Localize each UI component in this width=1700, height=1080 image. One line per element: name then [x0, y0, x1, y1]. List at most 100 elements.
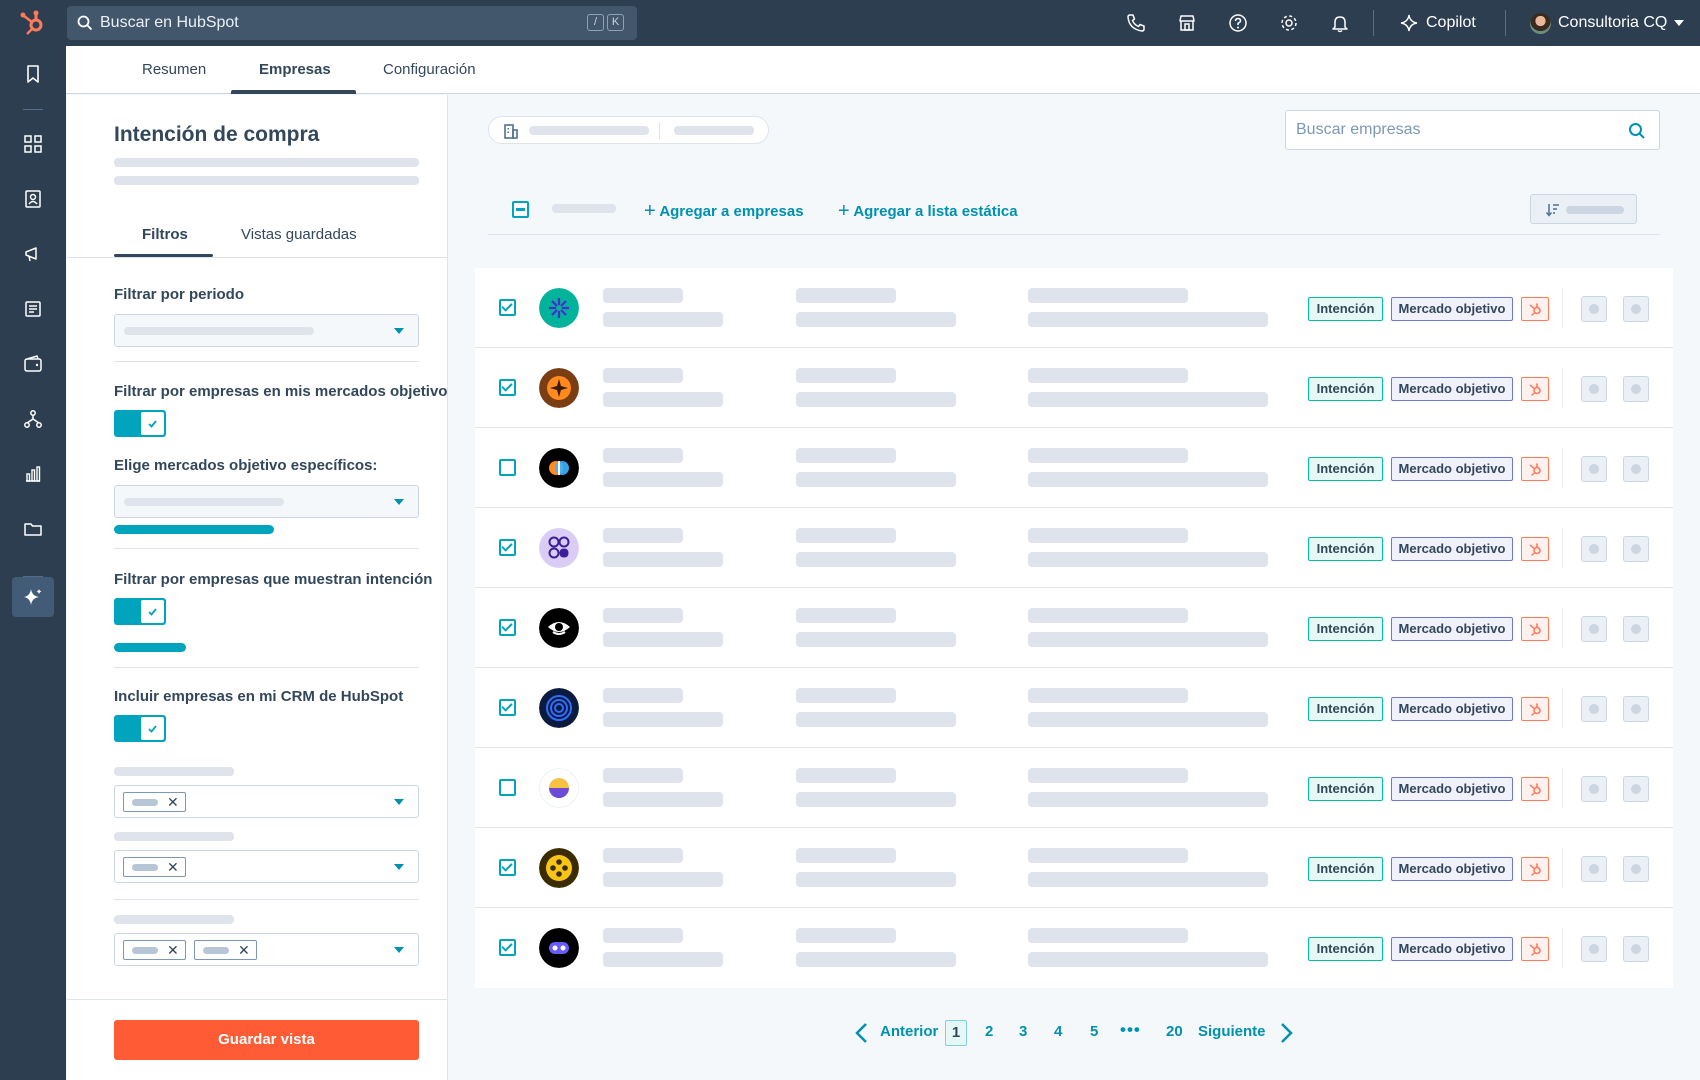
company-name-placeholder	[603, 528, 683, 543]
shortcut-key-slash: /	[587, 14, 604, 31]
account-menu[interactable]: Consultoria CQ	[1530, 11, 1685, 35]
table-row[interactable]: Intención Mercado objetivo	[475, 828, 1673, 908]
row-checkbox[interactable]	[499, 859, 516, 876]
copilot-button[interactable]: Copilot	[1400, 12, 1476, 34]
row-checkbox[interactable]	[499, 459, 516, 476]
table-row[interactable]: Intención Mercado objetivo	[475, 748, 1673, 828]
page-5-button[interactable]: 5	[1090, 1023, 1098, 1040]
search-icon[interactable]	[1628, 122, 1646, 140]
row-action-button[interactable]	[1623, 616, 1649, 642]
row-action-button[interactable]	[1623, 376, 1649, 402]
bookmark-icon[interactable]	[23, 64, 43, 84]
cell-placeholder	[796, 872, 956, 887]
tab-empresas[interactable]: Empresas	[259, 61, 331, 78]
hubspot-logo-icon[interactable]	[19, 9, 47, 37]
add-to-companies-button[interactable]: + Agregar a empresas	[644, 199, 804, 222]
marketing-icon[interactable]	[23, 244, 43, 264]
row-action-button[interactable]	[1623, 856, 1649, 882]
row-action-button[interactable]	[1623, 296, 1649, 322]
table-row[interactable]: Intención Mercado objetivo	[475, 268, 1673, 348]
settings-icon[interactable]	[1279, 13, 1299, 33]
row-checkbox[interactable]	[499, 539, 516, 556]
row-action-button[interactable]	[1581, 456, 1607, 482]
crm-multiselect-2[interactable]: ✕	[114, 850, 419, 883]
row-action-button[interactable]	[1581, 536, 1607, 562]
company-domain-placeholder	[603, 872, 723, 887]
tab-filtros[interactable]: Filtros	[142, 226, 188, 243]
page-1-button[interactable]: 1	[945, 1020, 967, 1046]
row-action-button[interactable]	[1623, 776, 1649, 802]
row-checkbox[interactable]	[499, 699, 516, 716]
table-row[interactable]: Intención Mercado objetivo	[475, 908, 1673, 988]
folder-icon[interactable]	[23, 519, 43, 539]
row-action-button[interactable]	[1581, 856, 1607, 882]
row-checkbox[interactable]	[499, 379, 516, 396]
intent-progress	[114, 643, 186, 652]
help-icon[interactable]	[1228, 13, 1248, 33]
company-name-placeholder	[603, 768, 683, 783]
company-search-input[interactable]	[1287, 112, 1617, 148]
row-action-button[interactable]	[1581, 696, 1607, 722]
remove-chip-icon[interactable]: ✕	[238, 942, 250, 958]
row-action-button[interactable]	[1581, 296, 1607, 322]
target-markets-toggle[interactable]	[114, 410, 166, 437]
tab-vistas-guardadas[interactable]: Vistas guardadas	[241, 226, 357, 243]
row-action-button[interactable]	[1623, 936, 1649, 962]
cell-placeholder	[1028, 312, 1268, 327]
tab-resumen[interactable]: Resumen	[142, 61, 206, 78]
remove-chip-icon[interactable]: ✕	[167, 942, 179, 958]
table-row[interactable]: Intención Mercado objetivo	[475, 428, 1673, 508]
row-action-button[interactable]	[1623, 456, 1649, 482]
commerce-icon[interactable]	[23, 354, 43, 374]
table-row[interactable]: Intención Mercado objetivo	[475, 588, 1673, 668]
chevron-left-icon[interactable]	[854, 1022, 868, 1044]
automation-icon[interactable]	[23, 409, 43, 429]
remove-chip-icon[interactable]: ✕	[167, 859, 179, 875]
markets-dropdown[interactable]	[114, 485, 419, 518]
previous-page-button[interactable]: Anterior	[880, 1023, 938, 1040]
save-view-button[interactable]: Guardar vista	[114, 1020, 419, 1060]
global-search-input[interactable]: Buscar en HubSpot / K	[67, 6, 637, 40]
reports-icon[interactable]	[23, 464, 43, 484]
hubspot-sprocket-icon	[1529, 783, 1541, 797]
intent-toggle[interactable]	[114, 598, 166, 625]
row-action-button[interactable]	[1581, 776, 1607, 802]
divider	[67, 999, 448, 1000]
sidebar-item-buyer-intent[interactable]	[12, 577, 54, 617]
row-action-button[interactable]	[1581, 936, 1607, 962]
row-action-button[interactable]	[1623, 696, 1649, 722]
page-3-button[interactable]: 3	[1019, 1023, 1027, 1040]
crm-multiselect-1[interactable]: ✕	[114, 785, 419, 818]
row-checkbox[interactable]	[499, 299, 516, 316]
contacts-icon[interactable]	[23, 189, 43, 209]
page-20-button[interactable]: 20	[1166, 1023, 1183, 1040]
notifications-icon[interactable]	[1330, 13, 1350, 33]
row-checkbox[interactable]	[499, 619, 516, 636]
crm-multiselect-3[interactable]: ✕ ✕	[114, 933, 419, 966]
select-all-checkbox[interactable]	[512, 201, 529, 218]
row-action-button[interactable]	[1581, 616, 1607, 642]
table-row[interactable]: Intención Mercado objetivo	[475, 348, 1673, 428]
next-page-button[interactable]: Siguiente	[1198, 1023, 1266, 1040]
page-4-button[interactable]: 4	[1054, 1023, 1062, 1040]
row-action-button[interactable]	[1623, 536, 1649, 562]
row-checkbox[interactable]	[499, 939, 516, 956]
caret-down-icon	[394, 864, 404, 870]
dashboard-icon[interactable]	[23, 134, 43, 154]
phone-icon[interactable]	[1126, 13, 1146, 33]
crm-toggle[interactable]	[114, 715, 166, 742]
page-2-button[interactable]: 2	[985, 1023, 993, 1040]
sort-button[interactable]	[1530, 194, 1637, 224]
row-action-button[interactable]	[1581, 376, 1607, 402]
tab-configuracion[interactable]: Configuración	[383, 61, 476, 78]
table-row[interactable]: Intención Mercado objetivo	[475, 508, 1673, 588]
marketplace-icon[interactable]	[1177, 13, 1197, 33]
row-checkbox[interactable]	[499, 779, 516, 796]
content-icon[interactable]	[23, 299, 43, 319]
remove-chip-icon[interactable]: ✕	[167, 794, 179, 810]
period-dropdown[interactable]	[114, 314, 419, 347]
chevron-right-icon[interactable]	[1280, 1022, 1294, 1044]
table-row[interactable]: Intención Mercado objetivo	[475, 668, 1673, 748]
add-to-static-list-button[interactable]: + Agregar a lista estática	[838, 199, 1018, 222]
company-breadcrumb[interactable]	[488, 116, 769, 144]
